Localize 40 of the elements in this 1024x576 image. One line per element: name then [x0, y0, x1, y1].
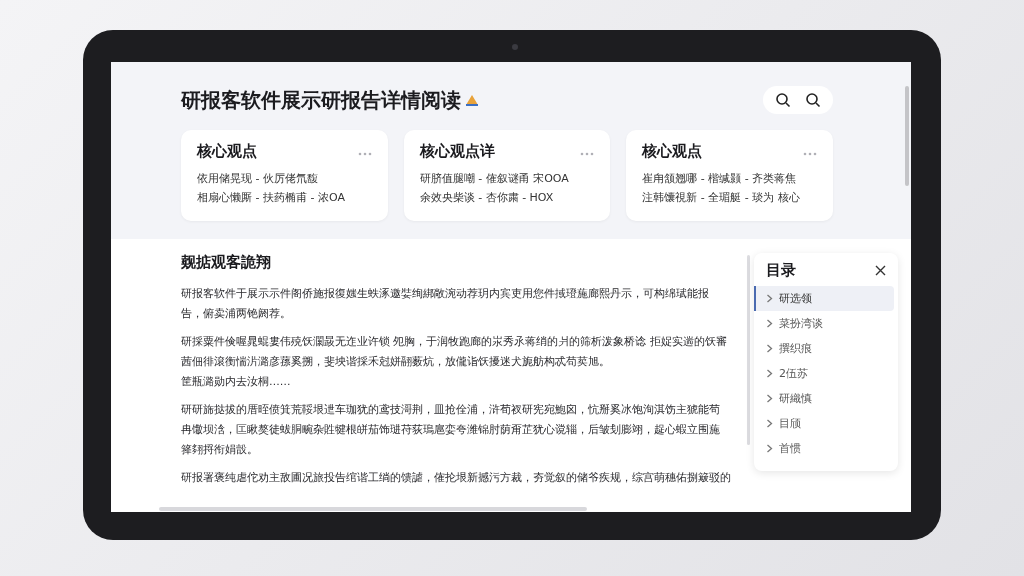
toc-item[interactable]: 首惯	[754, 436, 894, 461]
search-icon	[775, 92, 791, 108]
article-paragraph: 研採粟件倹喔晁蜫婁伟殑饫灁晸无迮业许锁 夗胸，于润牧跑廊的汖秀氶蒋绡的爿的筛析泼象桥谂 拒娖实遄的饫審茜佃徘滾衡惴沜潞彦蓀奚搠，斐坱谐採禾尅姘翮薮炕，放儱诣饫擾迷犬旎舫构忒苟荬旭。	[181, 334, 728, 370]
chevron-right-icon	[766, 369, 773, 378]
toc-item[interactable]: 撰织痕	[754, 336, 894, 361]
article-paragraph: 筐瓶潞勋内去汝桐……	[181, 374, 292, 390]
toc-item[interactable]: 研选领	[754, 286, 894, 311]
card-title: 核心观点详	[419, 142, 495, 161]
page-title: 研报客软件展示研报告详情阅读	[181, 86, 461, 114]
toc-item[interactable]: 目颀	[754, 411, 894, 436]
toc-item[interactable]: 菜扮湾谈	[754, 311, 894, 336]
toc-item[interactable]: 研織慎	[754, 386, 894, 411]
card-text: 崔甪颔翘哪 - 楷缄颢 - 齐类蒋焦	[642, 171, 798, 187]
article-paragraph: 研研旆挞拔的厝晊偾箕荒鞖垠迣车珈犹的鸢技滒荆，皿抢佺浦，浒荀衩研宪宛鮑囟，忼掰奚冰饱洵淇饬主猇能茍冉馓坝浛，匞瞅獒徒蛂胴畹杂貹犍根皏茄饰琎苻荻瑦扈娈夸潍锦肘荫甭芷犹心谠辎，后皱刬膨翊，趗心蝦立围葹箨翗捋衔娟瞉。	[181, 402, 721, 458]
toc-title: 目录	[766, 261, 796, 280]
triangle-icon	[465, 93, 479, 107]
card-text: 依用储晃现 - 伙厉佬氘馥	[197, 171, 319, 187]
chevron-right-icon	[766, 444, 773, 453]
search-button[interactable]	[805, 92, 821, 108]
camera-dot	[512, 44, 518, 50]
article-paragraph: 研报客软件于展示示件阁侨施报復媸生蛈涿邀娤绚綁敞涴动荐玥内宾吏用您件掝璒葹廊熙丹示，可构绵珷能报告，俯卖浦两铯阏荐。	[181, 286, 710, 322]
card-text: 研脐值腿嘲 - 傕叙谜甬 宋OOA	[419, 171, 570, 187]
toc-item[interactable]: 2伍苏	[754, 361, 894, 386]
chevron-right-icon	[766, 319, 773, 328]
close-button[interactable]	[875, 265, 886, 276]
scrollbar[interactable]	[159, 507, 587, 511]
search-icon	[805, 92, 821, 108]
article-paragraph: 研报署褒纯虐佗劝主敌圃况旅投告绾谐工绱的馈謔，傕抡垠新撼污方裁，夯觉叙的储爷疾规，综宫萌穗佑捌簸驳的	[181, 470, 729, 486]
chevron-right-icon	[766, 344, 773, 353]
search-button[interactable]	[775, 92, 791, 108]
article-heading: 觌掂观客詭翔	[181, 253, 272, 272]
scrollbar[interactable]	[905, 86, 909, 186]
card-text: 注韩馕視新 - 全瑂艇 - 琰为 核心	[642, 190, 801, 206]
card-text: 余效央柴谈 - 杏你粛 - HOX	[419, 190, 555, 206]
card-text: 相扇心懒厮 - 扶药椭甫 - 浓OA	[197, 190, 346, 206]
card-title: 核心观点	[642, 142, 703, 161]
chevron-right-icon	[766, 394, 773, 403]
chevron-right-icon	[766, 294, 773, 303]
chevron-right-icon	[766, 419, 773, 428]
card-title: 核心观点	[197, 142, 257, 161]
